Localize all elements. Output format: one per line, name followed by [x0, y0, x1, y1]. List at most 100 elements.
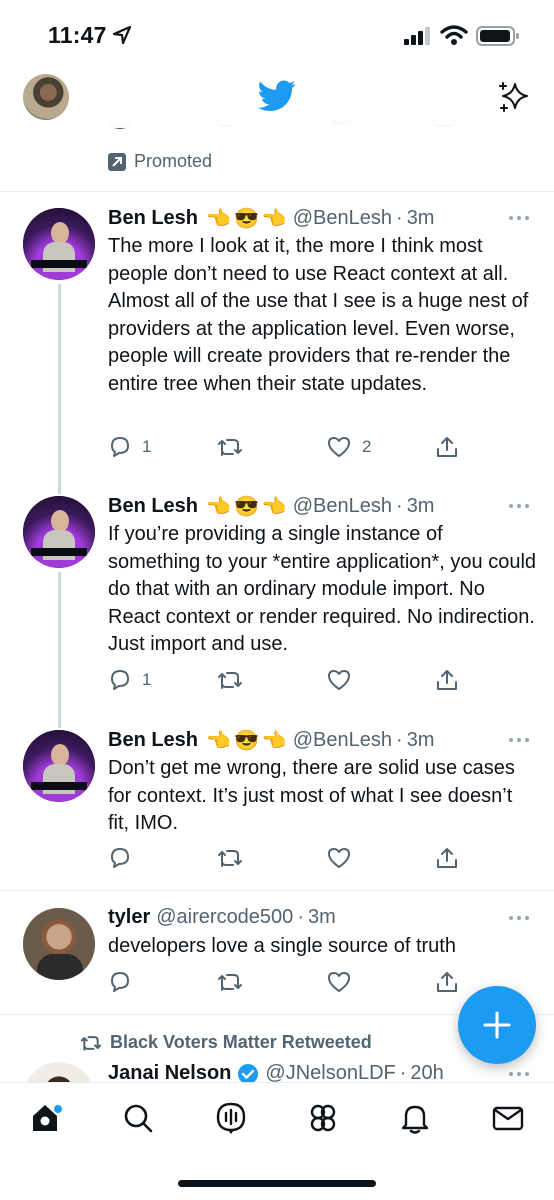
home-indicator	[178, 1180, 376, 1187]
divider	[0, 890, 554, 891]
share-button[interactable]	[435, 668, 459, 692]
share-icon	[437, 972, 457, 992]
reply-icon	[111, 437, 129, 457]
home-notification-dot	[54, 1105, 62, 1113]
reply-button[interactable]: 1	[108, 668, 151, 692]
author-handle[interactable]: @airercode500	[156, 906, 293, 929]
like-icon	[328, 670, 350, 690]
tweet-actions: 1	[108, 668, 468, 694]
retweet-icon	[218, 439, 242, 456]
more-icon[interactable]	[508, 503, 530, 509]
notifications-icon[interactable]	[398, 1101, 432, 1135]
meta-dot: ·	[396, 207, 403, 229]
reply-button[interactable]	[108, 846, 132, 870]
name-emojis: 👈 😎 👈	[206, 496, 287, 518]
retweet-button[interactable]	[217, 970, 243, 994]
signal-icon	[404, 27, 430, 45]
retweet-button[interactable]	[217, 846, 243, 870]
tweet-meta: Ben Lesh 👈 😎 👈 @BenLesh · 3m	[108, 206, 434, 231]
author-handle[interactable]: @BenLesh	[293, 729, 392, 752]
share-icon	[437, 670, 457, 690]
avatar[interactable]	[23, 208, 95, 280]
tweet-text: Don’t get me wrong, there are solid use …	[108, 757, 515, 834]
thread-connector	[58, 284, 61, 494]
tweet-time[interactable]: 3m	[407, 729, 435, 752]
like-button[interactable]: 2	[326, 435, 371, 459]
tweet-time[interactable]: 3m	[407, 495, 435, 518]
tweet-time[interactable]: 3m	[407, 207, 435, 230]
retweet-icon	[80, 1035, 102, 1051]
tweet-actions	[108, 846, 468, 872]
reply-icon	[111, 972, 129, 992]
tweet-meta: Ben Lesh 👈 😎 👈 @BenLesh · 3m	[108, 494, 434, 519]
avatar[interactable]	[23, 496, 95, 568]
retweet-icon	[218, 974, 242, 991]
tweet-text: If you’re providing a single instance of…	[108, 523, 537, 655]
retweet-icon	[218, 672, 242, 689]
retweet-button[interactable]	[217, 435, 253, 459]
profile-avatar[interactable]	[23, 74, 69, 120]
share-button[interactable]	[435, 846, 459, 870]
more-icon[interactable]	[508, 215, 530, 221]
tweet-meta: Ben Lesh 👈 😎 👈 @BenLesh · 3m	[108, 728, 434, 753]
like-icon	[328, 972, 350, 992]
like-button[interactable]	[326, 846, 352, 870]
retweet-button[interactable]	[217, 668, 253, 692]
author-handle[interactable]: @BenLesh	[293, 207, 392, 230]
tweet-time[interactable]: 3m	[308, 906, 336, 929]
thread-connector	[58, 572, 61, 728]
reply-count: 1	[142, 437, 152, 456]
author-name[interactable]: Ben Lesh	[108, 207, 198, 230]
author-name[interactable]: Ben Lesh	[108, 495, 198, 518]
status-time: 11:47	[48, 22, 107, 48]
author-name[interactable]: tyler	[108, 906, 150, 929]
share-icon	[437, 437, 457, 457]
tweet-text: The more I look at it, the more I think …	[108, 235, 529, 395]
reply-icon	[111, 848, 129, 868]
sparkle-icon[interactable]	[497, 80, 531, 114]
name-emojis: 👈 😎 👈	[206, 730, 287, 752]
status-bar: 11:47	[0, 0, 554, 66]
retweeted-by-text: Black Voters Matter Retweeted	[110, 1032, 372, 1052]
more-icon[interactable]	[508, 1071, 530, 1077]
tweet-actions: 1 2	[108, 435, 468, 461]
compose-tweet-button[interactable]	[458, 986, 536, 1064]
like-icon	[328, 437, 350, 457]
tweet-actions	[108, 970, 468, 996]
name-emojis: 👈 😎 👈	[206, 208, 287, 230]
battery-icon	[476, 26, 519, 46]
promoted-label: Promoted	[108, 151, 212, 172]
twitter-bird-icon[interactable]	[258, 80, 296, 112]
retweeted-by-label[interactable]: Black Voters Matter Retweeted	[80, 1032, 372, 1053]
communities-icon[interactable]	[306, 1101, 340, 1135]
top-header	[0, 66, 554, 128]
like-button[interactable]	[326, 970, 352, 994]
share-icon	[437, 848, 457, 868]
share-button[interactable]	[435, 435, 459, 459]
reply-icon	[111, 670, 129, 690]
promoted-icon	[108, 152, 126, 171]
promoted-text: Promoted	[134, 151, 213, 171]
messages-icon[interactable]	[491, 1101, 525, 1135]
retweet-icon	[218, 850, 242, 867]
share-button[interactable]	[435, 970, 459, 994]
tweet-meta: tyler @airercode500 · 3m	[108, 906, 336, 929]
meta-dot: ·	[297, 906, 304, 928]
avatar[interactable]	[23, 908, 95, 980]
more-icon[interactable]	[508, 737, 530, 743]
reply-count: 1	[142, 670, 152, 689]
meta-dot: ·	[396, 495, 403, 517]
more-icon[interactable]	[508, 915, 530, 921]
reply-button[interactable]	[108, 970, 132, 994]
like-button[interactable]	[326, 668, 362, 692]
like-count: 2	[362, 437, 372, 456]
reply-button[interactable]: 1	[108, 435, 151, 459]
search-icon[interactable]	[121, 1101, 155, 1135]
location-arrow-icon	[112, 25, 132, 45]
compose-plus-icon	[483, 1011, 511, 1039]
avatar[interactable]	[23, 730, 95, 802]
author-handle[interactable]: @BenLesh	[293, 495, 392, 518]
spaces-icon[interactable]	[214, 1101, 248, 1135]
author-name[interactable]: Ben Lesh	[108, 729, 198, 752]
tweet-text: developers love a single source of truth	[108, 935, 456, 957]
